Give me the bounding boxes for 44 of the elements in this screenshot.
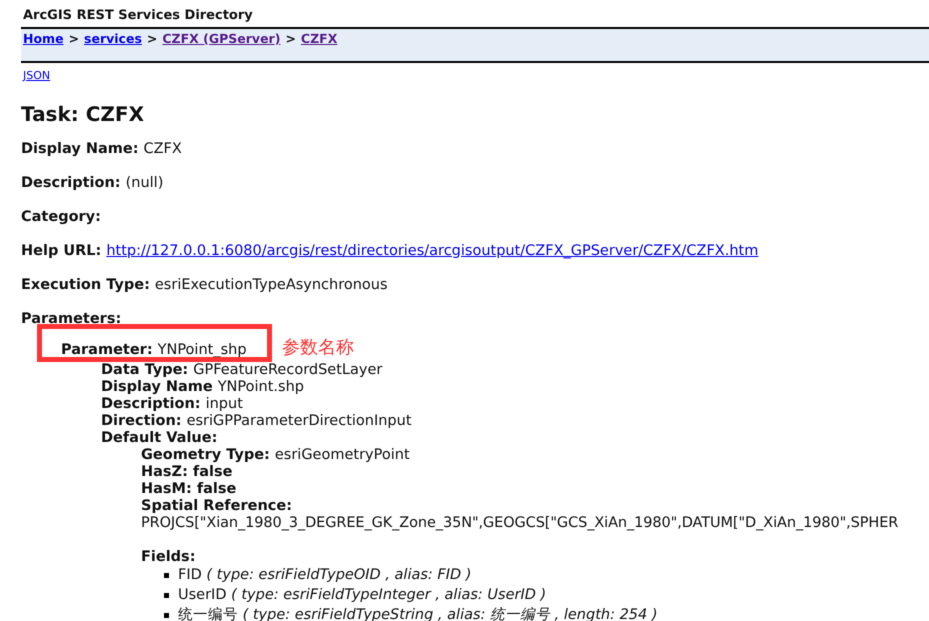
field-label: Parameters: bbox=[21, 310, 122, 328]
field-value: (null) bbox=[126, 174, 164, 192]
bullet-icon bbox=[164, 612, 169, 618]
field-value: input bbox=[206, 396, 243, 412]
field-label: Geometry Type: bbox=[141, 446, 270, 464]
field-value: esriGPParameterDirectionInput bbox=[186, 412, 412, 430]
field-label: Direction: bbox=[101, 412, 182, 430]
annotation-label: 参数名称 bbox=[282, 337, 354, 359]
directory-title: ArcGIS REST Services Directory bbox=[23, 8, 253, 23]
breadcrumb-link[interactable]: CZFX (GPServer) bbox=[162, 30, 280, 61]
fields-label: Fields: bbox=[141, 548, 196, 566]
field-label: Execution Type: bbox=[21, 276, 150, 294]
field-value: esriExecutionTypeAsynchronous bbox=[154, 276, 388, 294]
field-item: UserID ( type: esriFieldTypeInteger , alias: UserID ) bbox=[178, 586, 546, 604]
field-value: YNPoint.shp bbox=[218, 378, 304, 396]
field-value: CZFX bbox=[144, 140, 182, 158]
field-label: Description: bbox=[21, 174, 121, 192]
bullet-icon bbox=[164, 592, 169, 598]
breadcrumb-separator: > bbox=[285, 30, 296, 48]
field-label: Description: bbox=[101, 396, 201, 412]
parameter-label: Parameter: bbox=[61, 342, 153, 358]
field-label: HasZ: false bbox=[141, 464, 232, 480]
breadcrumb-link[interactable]: services bbox=[84, 30, 142, 61]
breadcrumb-link[interactable]: CZFX bbox=[300, 30, 338, 61]
field-label: Help URL: bbox=[21, 242, 102, 260]
spatial-reference-text: PROJCS["Xian_1980_3_DEGREE_GK_Zone_35N",GEOGCS["GCS_XiAn_1980",DATUM["D_XiAn_1980",SPHER bbox=[141, 514, 900, 532]
field-label: Display Name bbox=[101, 378, 213, 396]
breadcrumb-separator: > bbox=[68, 30, 80, 48]
field-label: Data Type: bbox=[101, 362, 188, 378]
field-label: Default Value: bbox=[101, 430, 218, 446]
bullet-icon bbox=[164, 572, 169, 578]
task-title: Task: CZFX bbox=[21, 102, 145, 126]
breadcrumb-separator: > bbox=[146, 30, 158, 48]
field-label: Spatial Reference: bbox=[141, 498, 292, 514]
field-value: GPFeatureRecordSetLayer bbox=[193, 362, 382, 378]
json-link[interactable]: JSON bbox=[23, 69, 50, 82]
field-label: Display Name: bbox=[21, 140, 138, 158]
parameter-value: YNPoint_shp bbox=[158, 342, 247, 358]
field-item: FID ( type: esriFieldTypeOID , alias: FID ) bbox=[178, 566, 472, 584]
field-label: Category: bbox=[21, 208, 101, 226]
help-url-link[interactable]: http://127.0.0.1:6080/arcgis/rest/directories/arcgisoutput/CZFX_GPServer/CZFX/CZFX.htm bbox=[106, 242, 758, 260]
breadcrumb-link[interactable]: Home bbox=[23, 30, 64, 61]
field-label: HasM: false bbox=[141, 480, 236, 498]
field-value: esriGeometryPoint bbox=[274, 446, 410, 464]
